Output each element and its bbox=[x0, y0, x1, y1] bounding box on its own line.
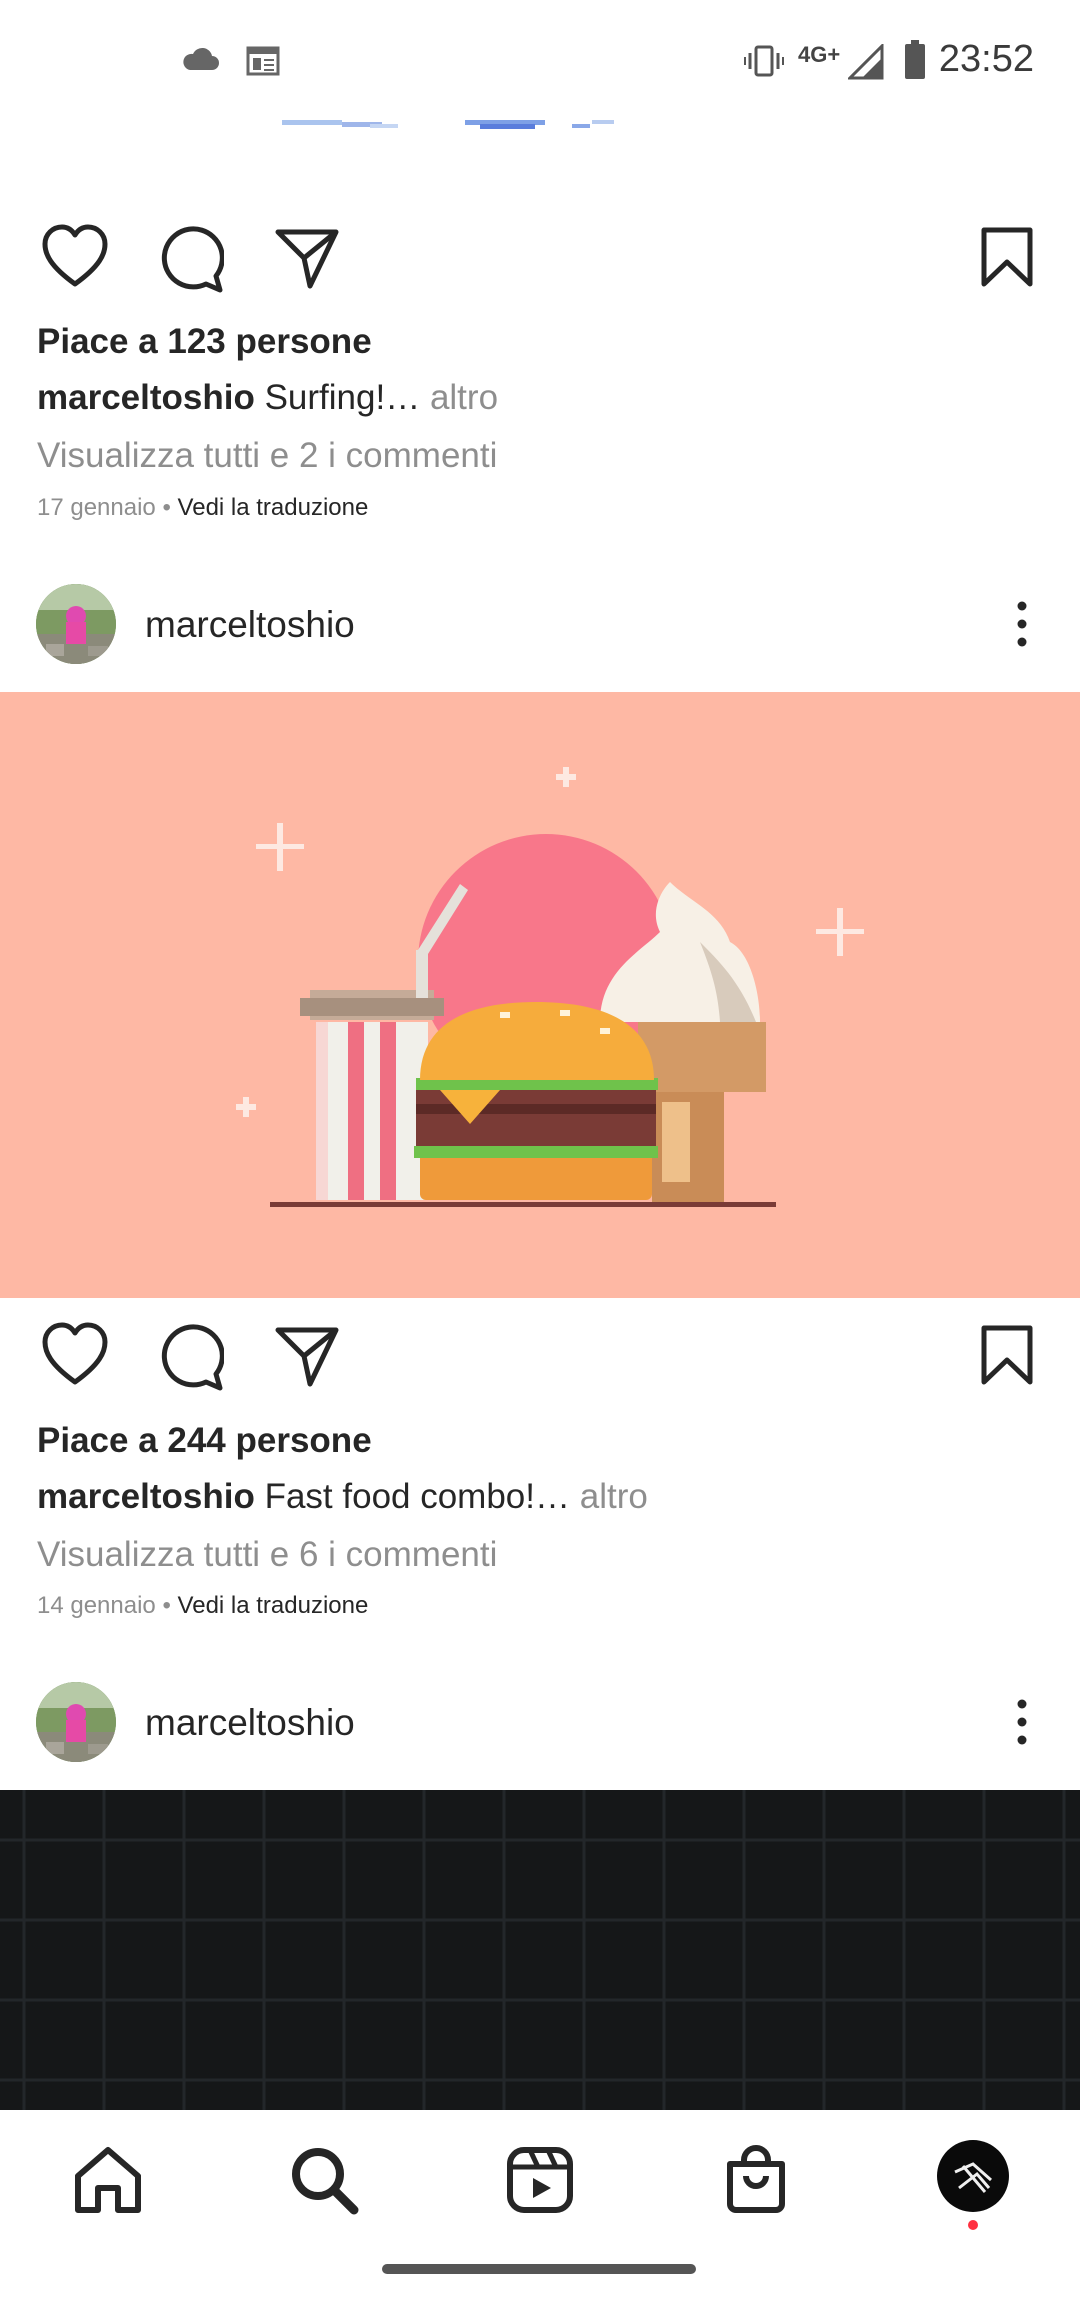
clock: 23:52 bbox=[938, 38, 1034, 80]
notification-dot bbox=[968, 2220, 978, 2230]
post-meta: 17 gennaio • Vedi la traduzione bbox=[37, 494, 368, 522]
home-icon[interactable] bbox=[68, 2140, 148, 2220]
profile-avatar[interactable] bbox=[933, 2136, 1013, 2216]
status-bar: 4G+ 23:52 bbox=[0, 0, 1080, 110]
post-actions bbox=[0, 214, 1080, 304]
translate-link[interactable]: Vedi la traduzione bbox=[178, 1592, 369, 1619]
save-icon[interactable] bbox=[980, 1312, 1034, 1402]
post-header: marceltoshio bbox=[0, 574, 1080, 674]
post-username[interactable]: marceltoshio bbox=[145, 1702, 355, 1744]
meta-separator: • bbox=[155, 494, 178, 521]
post-meta: 14 gennaio • Vedi la traduzione bbox=[37, 1592, 368, 1620]
post-caption: marceltoshio Surfing!… altro bbox=[37, 378, 498, 418]
share-icon[interactable] bbox=[274, 214, 340, 304]
caption-text: Surfing!… bbox=[254, 378, 421, 417]
post-date: 17 gennaio bbox=[37, 494, 156, 521]
post-caption: marceltoshio Fast food combo!… altro bbox=[37, 1477, 648, 1517]
network-type: 4G+ bbox=[798, 42, 841, 67]
cloud-icon bbox=[183, 47, 219, 70]
search-icon[interactable] bbox=[284, 2140, 364, 2220]
save-icon[interactable] bbox=[980, 214, 1034, 304]
more-options-icon[interactable] bbox=[1000, 588, 1060, 660]
post-header: marceltoshio bbox=[0, 1672, 1080, 1772]
previous-post-image-edge bbox=[282, 120, 614, 129]
vibrate-icon bbox=[744, 45, 784, 77]
post-image[interactable] bbox=[0, 1790, 1080, 2110]
like-icon[interactable] bbox=[40, 214, 110, 304]
caption-username[interactable]: marceltoshio bbox=[37, 378, 255, 417]
like-icon[interactable] bbox=[40, 1312, 110, 1402]
likes-count[interactable]: Piace a 123 persone bbox=[37, 322, 372, 362]
translate-link[interactable]: Vedi la traduzione bbox=[178, 494, 369, 521]
likes-count[interactable]: Piace a 244 persone bbox=[37, 1421, 372, 1461]
comment-icon[interactable] bbox=[158, 1312, 224, 1402]
signal-icon bbox=[848, 44, 884, 80]
avatar-image bbox=[36, 1682, 116, 1762]
comment-icon[interactable] bbox=[158, 214, 224, 304]
avatar-image bbox=[36, 584, 116, 664]
post-actions bbox=[0, 1312, 1080, 1402]
post-image[interactable] bbox=[0, 692, 1080, 1298]
reels-icon[interactable] bbox=[500, 2140, 580, 2220]
share-icon[interactable] bbox=[274, 1312, 340, 1402]
caption-more-link[interactable]: altro bbox=[420, 378, 498, 417]
home-indicator[interactable] bbox=[382, 2264, 696, 2274]
caption-more-link[interactable]: altro bbox=[570, 1477, 648, 1516]
battery-icon bbox=[905, 40, 925, 79]
meta-separator: • bbox=[155, 1592, 178, 1619]
caption-text: Fast food combo!… bbox=[254, 1477, 570, 1516]
view-comments-link[interactable]: Visualizza tutti e 2 i commenti bbox=[37, 436, 497, 476]
news-icon bbox=[246, 46, 280, 76]
post-date: 14 gennaio bbox=[37, 1592, 156, 1619]
caption-username[interactable]: marceltoshio bbox=[37, 1477, 255, 1516]
shop-icon[interactable] bbox=[716, 2140, 796, 2220]
view-comments-link[interactable]: Visualizza tutti e 6 i commenti bbox=[37, 1535, 497, 1575]
more-options-icon[interactable] bbox=[1000, 1686, 1060, 1758]
avatar[interactable] bbox=[36, 584, 116, 664]
bottom-nav bbox=[0, 2110, 1080, 2300]
avatar[interactable] bbox=[36, 1682, 116, 1762]
post-username[interactable]: marceltoshio bbox=[145, 604, 355, 646]
